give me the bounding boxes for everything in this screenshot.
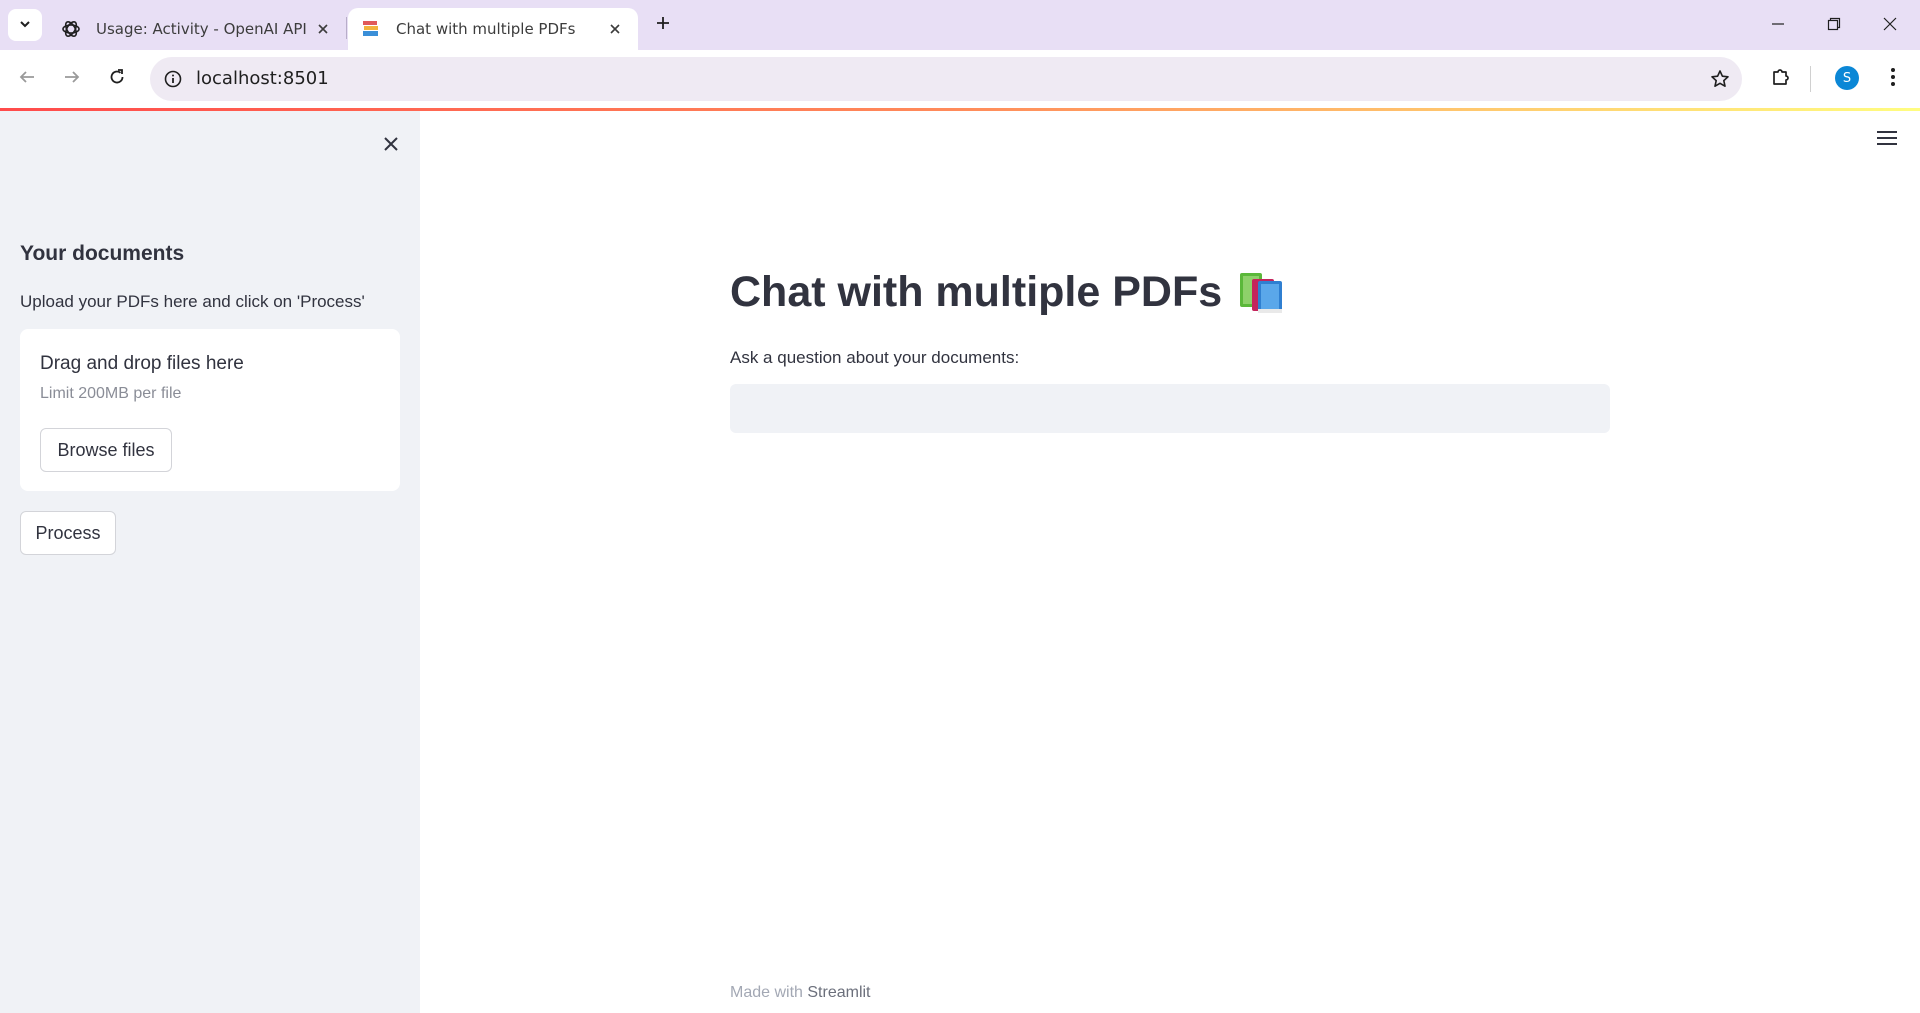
openai-icon (60, 18, 82, 40)
close-icon (383, 136, 399, 156)
question-label: Ask a question about your documents: (730, 348, 1020, 367)
tab-divider (346, 17, 347, 39)
main-menu-button[interactable] (1876, 128, 1898, 152)
tab-openai-usage[interactable]: Usage: Activity - OpenAI API (48, 8, 346, 50)
dropzone-title: Drag and drop files here (40, 353, 244, 374)
page-title: Chat with multiple PDFs (730, 268, 1288, 317)
url-text: localhost:8501 (196, 68, 329, 89)
new-tab-button[interactable] (650, 12, 676, 38)
browse-files-button[interactable]: Browse files (40, 428, 172, 472)
process-button[interactable]: Process (20, 511, 116, 555)
restore-icon (1827, 16, 1841, 35)
upload-instructions: Upload your PDFs here and click on 'Proc… (20, 292, 365, 311)
chevron-down-icon (18, 16, 32, 35)
forward-button[interactable] (55, 62, 89, 96)
address-bar[interactable]: localhost:8501 (150, 57, 1742, 101)
browser-toolbar: localhost:8501 (0, 50, 1920, 108)
sidebar: Your documents Upload your PDFs here and… (0, 111, 420, 1013)
arrow-right-icon (63, 68, 81, 90)
tab-title: Usage: Activity - OpenAI API (96, 20, 307, 38)
question-input[interactable] (730, 384, 1610, 433)
extensions-button[interactable] (1764, 62, 1798, 96)
tab-chat-pdfs[interactable]: Chat with multiple PDFs (348, 8, 638, 50)
profile-avatar[interactable]: S (1835, 66, 1859, 90)
footer-prefix: Made with (730, 984, 803, 1001)
toolbar-divider (1810, 66, 1811, 92)
close-tab-icon[interactable] (604, 18, 626, 40)
close-tab-icon[interactable] (312, 18, 334, 40)
puzzle-icon (1770, 66, 1792, 92)
bookmark-star-icon[interactable] (1708, 67, 1732, 91)
arrow-left-icon (18, 68, 36, 90)
minimize-button[interactable] (1760, 8, 1796, 42)
close-icon (1883, 16, 1897, 35)
minimize-icon (1771, 16, 1785, 35)
streamlit-link[interactable]: Streamlit (807, 984, 870, 1001)
close-window-button[interactable] (1872, 8, 1908, 42)
reload-button[interactable] (100, 62, 134, 96)
restore-button[interactable] (1816, 8, 1852, 42)
sidebar-header: Your documents (20, 242, 185, 265)
dropzone-limit: Limit 200MB per file (40, 385, 182, 402)
site-info-icon[interactable] (161, 67, 185, 91)
hamburger-icon (1876, 130, 1898, 150)
reload-icon (108, 68, 126, 90)
more-vertical-icon (1890, 67, 1896, 91)
tab-title: Chat with multiple PDFs (396, 20, 576, 38)
file-dropzone[interactable]: Drag and drop files here Limit 200MB per… (20, 329, 400, 491)
back-button[interactable] (10, 62, 44, 96)
tab-search-button[interactable] (8, 9, 42, 41)
books-icon (360, 18, 382, 40)
footer: Made with Streamlit (730, 984, 871, 1002)
plus-icon (655, 15, 671, 35)
books-icon (1238, 271, 1288, 315)
collapse-sidebar-button[interactable] (374, 129, 408, 163)
page-title-text: Chat with multiple PDFs (730, 268, 1223, 316)
browser-menu-button[interactable] (1876, 62, 1910, 96)
browser-tab-bar: Usage: Activity - OpenAI API Chat with m… (0, 0, 1920, 50)
